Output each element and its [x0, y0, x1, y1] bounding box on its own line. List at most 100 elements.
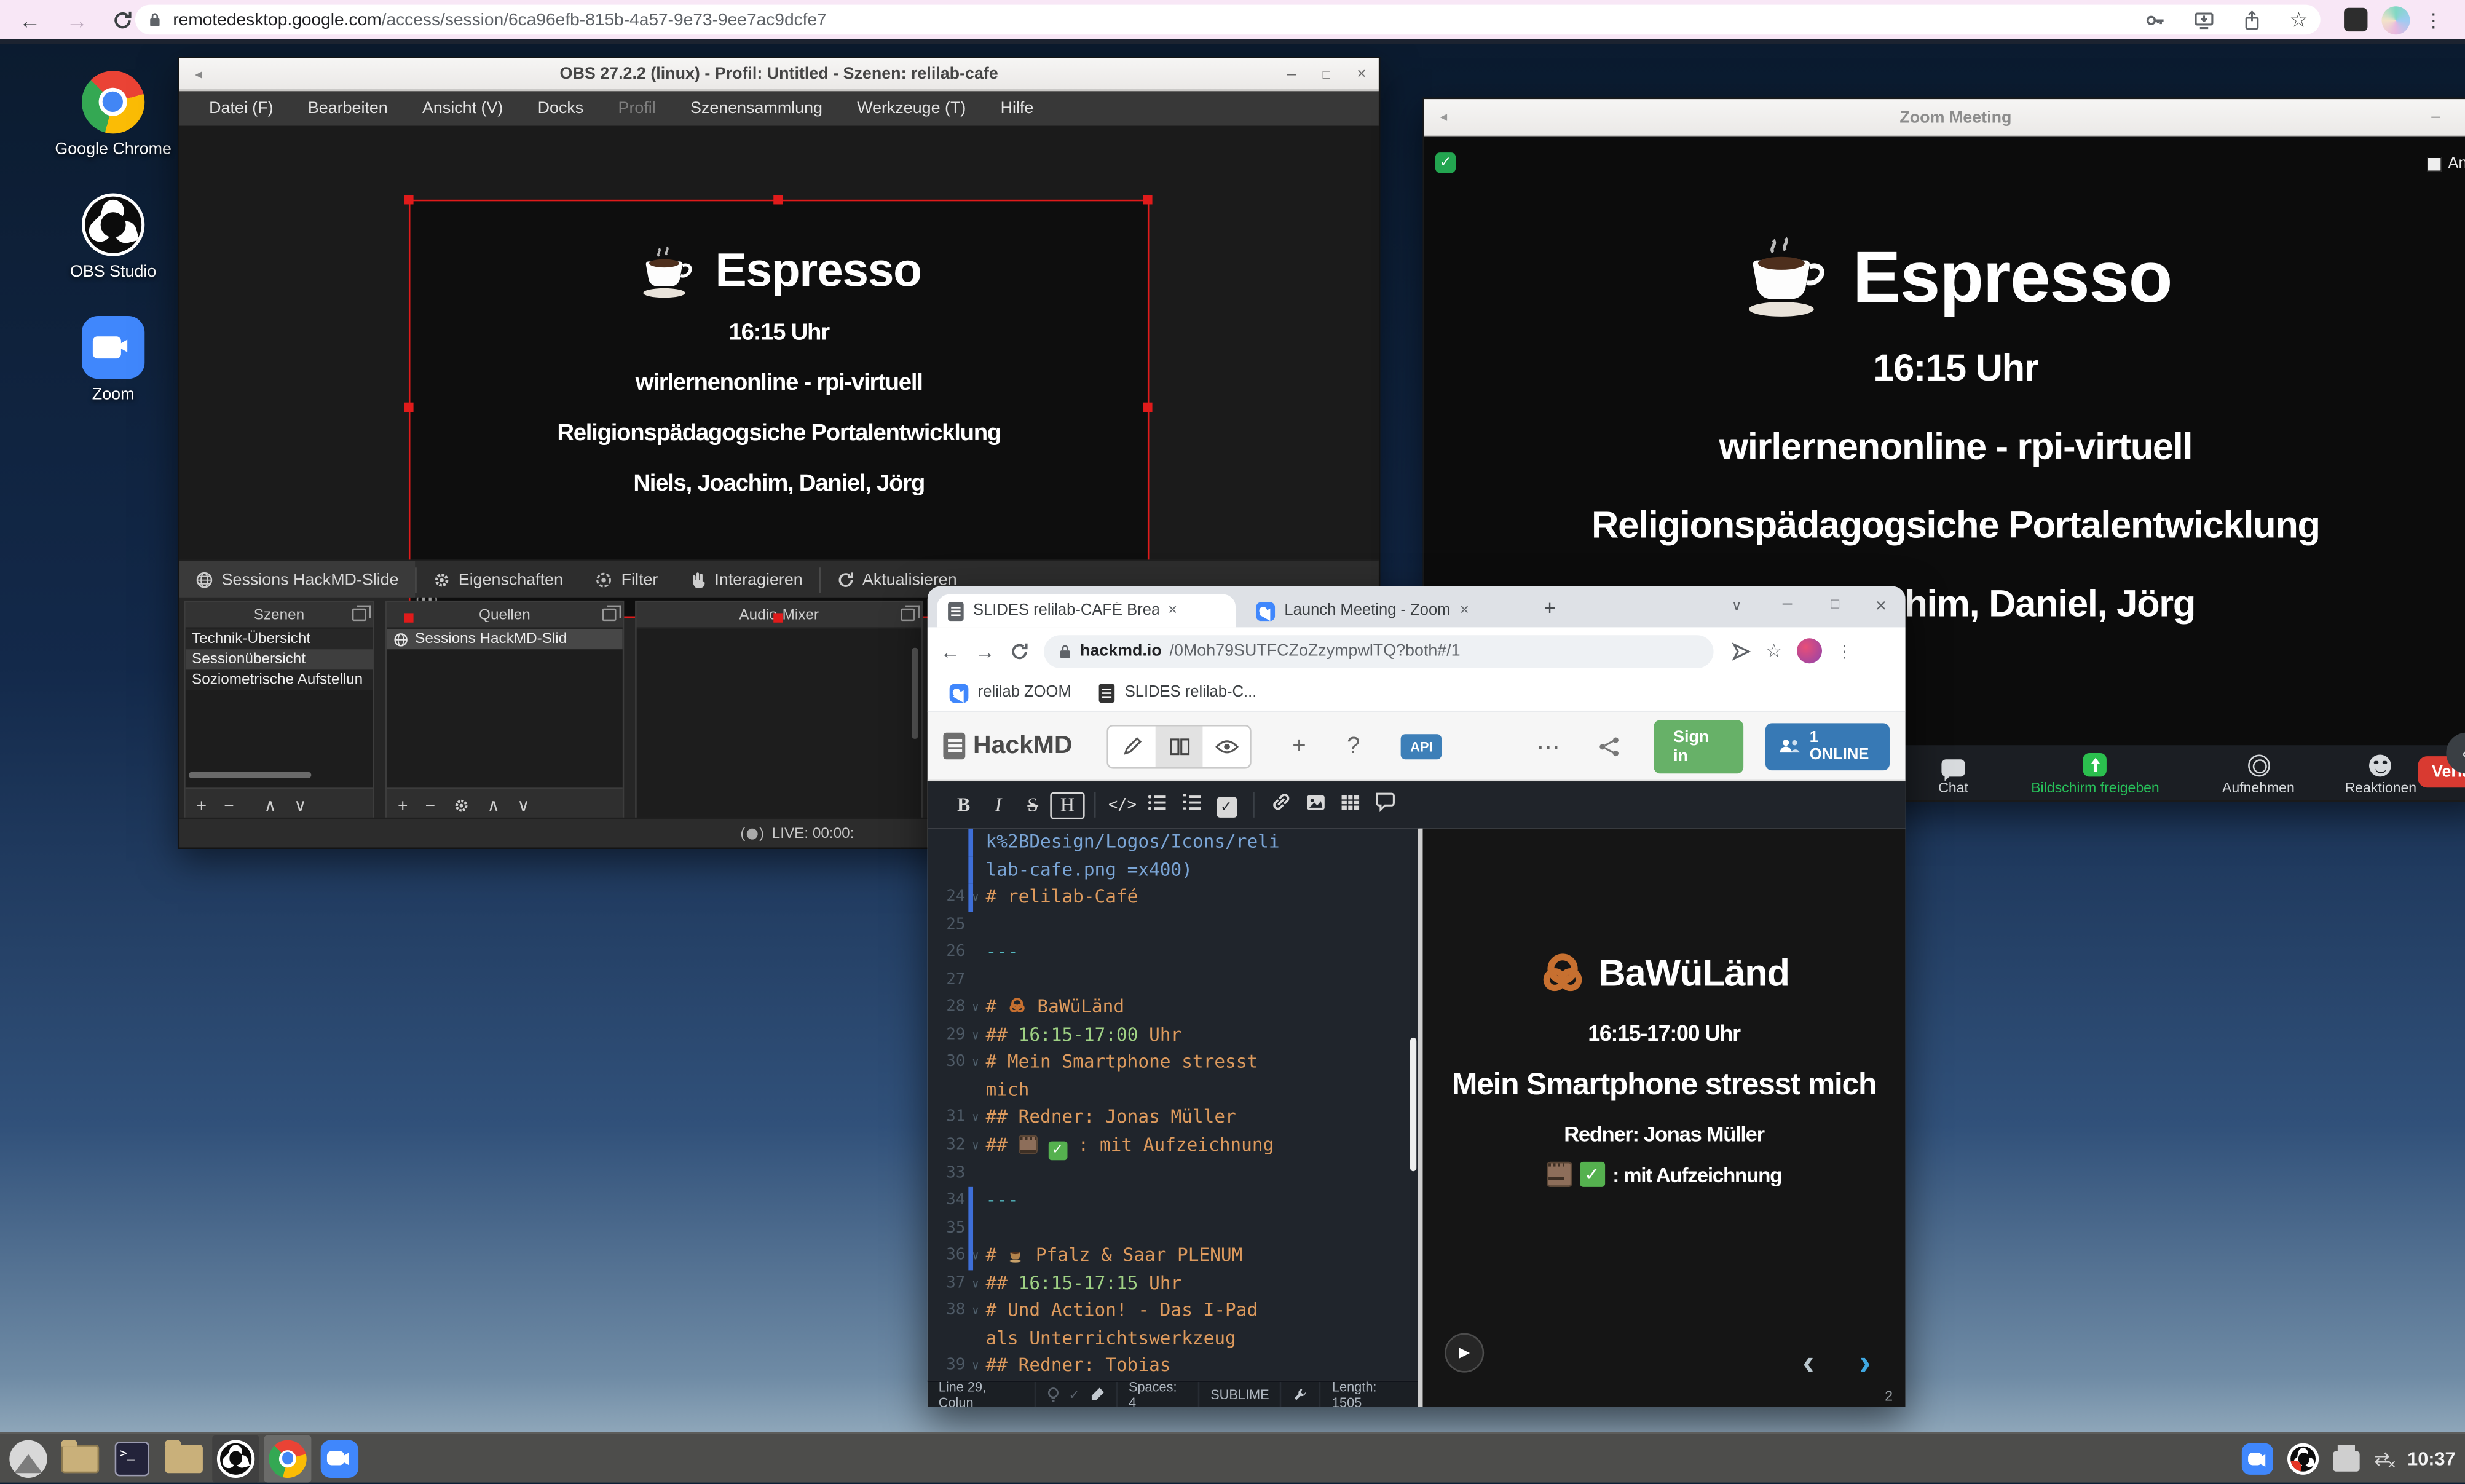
new-note-button[interactable]: +: [1292, 733, 1306, 759]
numbered-list-button[interactable]: [1174, 792, 1209, 818]
code-button[interactable]: </>: [1105, 796, 1140, 813]
resize-handle[interactable]: [404, 613, 413, 622]
preview-mode-button[interactable]: [1203, 725, 1250, 766]
close-icon[interactable]: ×: [1875, 594, 1887, 617]
new-tab-button[interactable]: +: [1544, 596, 1555, 619]
desktop-icon-zoom[interactable]: Zoom: [42, 316, 184, 404]
key-icon[interactable]: [2145, 9, 2167, 31]
profile-avatar[interactable]: [1797, 638, 1822, 663]
taskbar-zoom[interactable]: [316, 1435, 363, 1482]
send-icon[interactable]: [1731, 641, 1751, 661]
tray-network-icon[interactable]: ⇄✕: [2374, 1448, 2390, 1470]
popout-icon[interactable]: [901, 609, 915, 621]
split-mode-button[interactable]: [1156, 725, 1203, 766]
fold-icon[interactable]: ∨: [965, 1022, 985, 1049]
source-item[interactable]: Sessions HackMD-Slid: [387, 629, 623, 649]
vertical-scrollbar[interactable]: [912, 648, 918, 739]
maximize-icon[interactable]: □: [1323, 67, 1330, 81]
indent-setting[interactable]: Spaces: 4: [1118, 1382, 1199, 1407]
bullet-list-button[interactable]: [1140, 792, 1174, 818]
autoplay-button[interactable]: ▶: [1445, 1333, 1484, 1373]
install-icon[interactable]: [2193, 9, 2215, 31]
taskbar-obs[interactable]: [212, 1435, 259, 1482]
menu-bearbeiten[interactable]: Bearbeiten: [291, 99, 405, 118]
strikethrough-button[interactable]: S: [1016, 793, 1050, 816]
minimize-icon[interactable]: –: [2431, 108, 2440, 125]
properties-button[interactable]: Eigenschaften: [416, 561, 579, 598]
tab-hackmd[interactable]: SLIDES relilab-CAFÉ Breakou ×: [937, 594, 1236, 628]
profile-avatar[interactable]: [2381, 6, 2410, 34]
fold-icon[interactable]: ∨: [965, 1049, 985, 1077]
taskbar-screenshot-folder[interactable]: [57, 1435, 104, 1482]
share-screen-button[interactable]: Bildschirm freigeben: [2031, 753, 2159, 800]
table-button[interactable]: [1333, 792, 1368, 818]
menu-profil[interactable]: Profil: [601, 99, 672, 118]
add-source-button[interactable]: +: [398, 796, 408, 815]
obs-scene-canvas[interactable]: Espresso 16:15 Uhr wirlernenonline - rpi…: [409, 200, 1150, 618]
taskbar-files[interactable]: [160, 1435, 208, 1482]
heading-button[interactable]: H: [1050, 792, 1084, 818]
menu-dots-icon[interactable]: ⋮: [2424, 9, 2443, 31]
fold-icon[interactable]: ∨: [965, 1104, 985, 1132]
bookmark-relilab-zoom[interactable]: relilab ZOOM: [950, 683, 1071, 702]
tab-search-icon[interactable]: ∨: [1732, 598, 1742, 615]
back-icon[interactable]: ←: [19, 7, 41, 33]
fold-icon[interactable]: ∨: [965, 1270, 985, 1298]
scene-up-button[interactable]: ∧: [264, 795, 277, 816]
tray-printer-icon[interactable]: [2333, 1450, 2360, 1470]
resize-handle[interactable]: [404, 403, 413, 412]
popout-icon[interactable]: [352, 609, 366, 621]
fold-icon[interactable]: ∨: [965, 1298, 985, 1325]
split-divider[interactable]: [1418, 829, 1423, 1407]
taskbar-chrome[interactable]: [264, 1435, 312, 1482]
slide-preview-pane[interactable]: BaWüLänd 16:15-17:00 Uhr Mein Smartphone…: [1422, 829, 1905, 1407]
edit-mode-button[interactable]: [1108, 725, 1156, 766]
view-button[interactable]: Anze: [2428, 156, 2465, 173]
tab-close-icon[interactable]: ×: [1168, 602, 1177, 619]
fold-icon[interactable]: ∨: [965, 1352, 985, 1380]
menu-ansicht[interactable]: Ansicht (V): [405, 99, 521, 118]
maximize-icon[interactable]: □: [1831, 596, 1839, 612]
menu-szenensammlung[interactable]: Szenensammlung: [673, 99, 840, 118]
source-down-button[interactable]: ∨: [517, 795, 530, 816]
forward-icon[interactable]: →: [66, 7, 88, 33]
sign-in-button[interactable]: Sign in: [1654, 719, 1743, 773]
back-icon[interactable]: ←: [940, 639, 960, 663]
filter-button[interactable]: Filter: [579, 561, 674, 598]
minimize-icon[interactable]: –: [1783, 594, 1793, 614]
forward-icon[interactable]: →: [975, 639, 995, 663]
bookmark-slides[interactable]: SLIDES relilab-C...: [1100, 683, 1257, 702]
desktop-icon-obs[interactable]: OBS Studio: [42, 194, 184, 282]
reload-icon[interactable]: [1009, 641, 1030, 661]
resize-handle[interactable]: [773, 613, 783, 622]
resize-handle[interactable]: [404, 195, 413, 204]
resize-handle[interactable]: [773, 195, 783, 204]
security-shield-icon[interactable]: ✓: [1435, 152, 1456, 173]
scene-item[interactable]: Soziometrische Aufstellun: [186, 669, 373, 690]
share-icon[interactable]: [1599, 735, 1620, 757]
zoom-titlebar[interactable]: ◂ Zoom Meeting – □: [1424, 99, 2465, 136]
tab-zoom-meeting[interactable]: Launch Meeting - Zoom ×: [1245, 594, 1515, 628]
comment-button[interactable]: [1368, 791, 1402, 819]
menu-datei[interactable]: Datei (F): [192, 99, 291, 118]
close-icon[interactable]: ×: [1357, 65, 1366, 82]
source-dock-tab[interactable]: Sessions HackMD-Slide: [179, 561, 415, 598]
bookmark-star-icon[interactable]: ☆: [2289, 7, 2308, 33]
editor-scrollbar[interactable]: [1410, 1038, 1416, 1171]
brush-icon[interactable]: [1089, 1387, 1105, 1403]
obs-titlebar[interactable]: ◂ OBS 27.2.2 (linux) - Profil: Untitled …: [179, 58, 1379, 92]
extensions-puzzle-icon[interactable]: [2344, 8, 2367, 31]
reactions-button[interactable]: Reaktionen: [2345, 755, 2416, 800]
tray-obs-icon[interactable]: [2288, 1443, 2319, 1475]
add-scene-button[interactable]: +: [197, 796, 207, 815]
reload-icon[interactable]: [112, 9, 134, 31]
bookmark-star-icon[interactable]: ☆: [1765, 640, 1783, 662]
slide-next-icon[interactable]: ›: [1860, 1348, 1871, 1379]
menu-dots-icon[interactable]: ⋮: [1836, 641, 1853, 661]
scene-item[interactable]: Technik-Übersicht: [186, 629, 373, 649]
share-icon[interactable]: [2242, 9, 2263, 31]
remove-source-button[interactable]: −: [425, 796, 435, 815]
hackmd-brand[interactable]: HackMD: [943, 732, 1072, 760]
address-bar[interactable]: hackmd.io/0Moh79SUTFCZoZzympwlTQ?both#/1: [1044, 634, 1713, 668]
markdown-editor[interactable]: k%2BDesign/Logos/Icons/reli lab-cafe.png…: [928, 829, 1419, 1381]
